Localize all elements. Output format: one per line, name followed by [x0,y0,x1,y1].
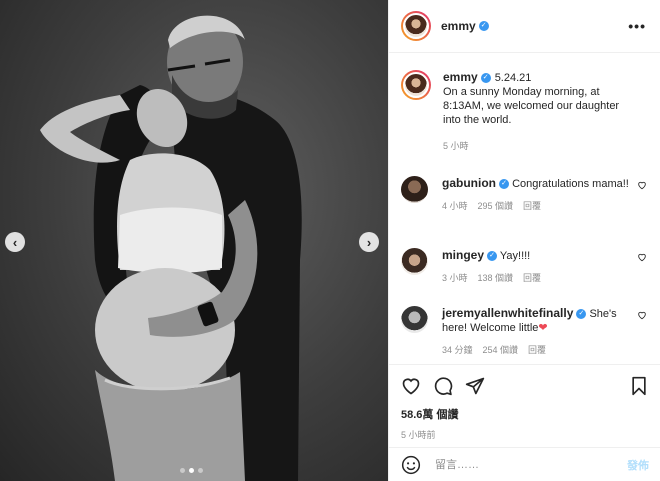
comment-text: Yay!!!! [499,250,531,262]
post-media: ‹ › [0,0,388,481]
like-comment-heart-icon[interactable] [637,180,647,190]
commenter-username[interactable]: gabunion [442,176,496,190]
more-options-icon[interactable]: ••• [628,18,646,34]
carousel-dot [198,468,203,473]
commenter-avatar[interactable] [401,248,428,275]
caption-avatar[interactable] [401,70,431,100]
like-comment-heart-icon[interactable] [637,252,647,262]
like-heart-icon[interactable] [401,376,421,396]
comment-time[interactable]: 4 小時 [442,199,468,213]
bookmark-icon[interactable] [629,376,649,396]
comment-composer: 發佈 [389,447,660,481]
comments-list: emmy ✓ 5.24.21 On a sunny Monday morning, … [389,62,660,364]
post-header: emmy ✓ ••• [389,0,660,53]
carousel-dot-active [189,468,194,473]
caption-date: 5.24.21 [494,72,532,84]
instagram-post: ‹ › emmy ✓ ••• emmy ✓ 5.24.21 On a sunny M… [0,0,660,481]
author-avatar[interactable] [401,11,431,41]
comment-bubble-icon[interactable] [433,376,453,396]
caption-item: emmy ✓ 5.24.21 On a sunny Monday morning, … [401,70,649,153]
reply-button[interactable]: 回覆 [523,271,541,285]
commenter-username[interactable]: jeremyallenwhitefinally [442,306,573,320]
post-timestamp[interactable]: 5 小時前 [401,428,649,441]
caption-username[interactable]: emmy [443,70,478,84]
comment-time[interactable]: 34 分鐘 [442,343,473,357]
verified-badge-icon: ✓ [478,21,489,31]
comment-likes[interactable]: 254 個讚 [483,343,519,357]
post-photo [40,15,302,481]
caption-time[interactable]: 5 小時 [443,139,469,153]
verified-badge-icon: ✓ [576,309,587,320]
like-comment-heart-icon[interactable] [637,310,647,320]
comment-item: mingey ✓ Yay!!!! 3 小時 138 個讚 回覆 [401,248,649,285]
reply-button[interactable]: 回覆 [523,199,541,213]
carousel-prev-button[interactable]: ‹ [5,232,25,252]
comment-likes[interactable]: 138 個讚 [478,271,514,285]
action-icons [401,375,649,397]
verified-badge-icon: ✓ [480,73,491,84]
commenter-avatar[interactable] [401,176,428,203]
comment-time[interactable]: 3 小時 [442,271,468,285]
comment-item: gabunion ✓ Congratulations mama!! 4 小時 29… [401,176,649,213]
comment-item: jeremyallenwhitefinally ✓ She's here! Wel… [401,306,649,357]
share-plane-icon[interactable] [465,376,485,396]
author-username[interactable]: emmy [441,19,476,33]
carousel-next-button[interactable]: › [359,232,379,252]
caption-text: On a sunny Monday morning, at 8:13AM, we… [443,86,620,126]
comment-text: Congratulations mama!! [512,178,629,190]
comment-input[interactable] [435,458,627,471]
carousel-indicator [180,468,203,473]
verified-badge-icon: ✓ [487,251,498,262]
commenter-username[interactable]: mingey [442,248,484,262]
comment-likes[interactable]: 295 個讚 [478,199,514,213]
reply-button[interactable]: 回覆 [528,343,546,357]
emoji-smiley-icon[interactable] [401,455,421,475]
red-heart-emoji: ❤ [538,322,548,334]
likes-count[interactable]: 58.6萬 個讚 [401,406,649,422]
commenter-avatar[interactable] [401,306,428,333]
post-actions: 58.6萬 個讚 5 小時前 [389,364,660,441]
post-sidebar: emmy ✓ ••• emmy ✓ 5.24.21 On a sunny Monda… [388,0,660,481]
carousel-dot [180,468,185,473]
post-comment-button[interactable]: 發佈 [627,457,649,473]
verified-badge-icon: ✓ [499,179,509,190]
